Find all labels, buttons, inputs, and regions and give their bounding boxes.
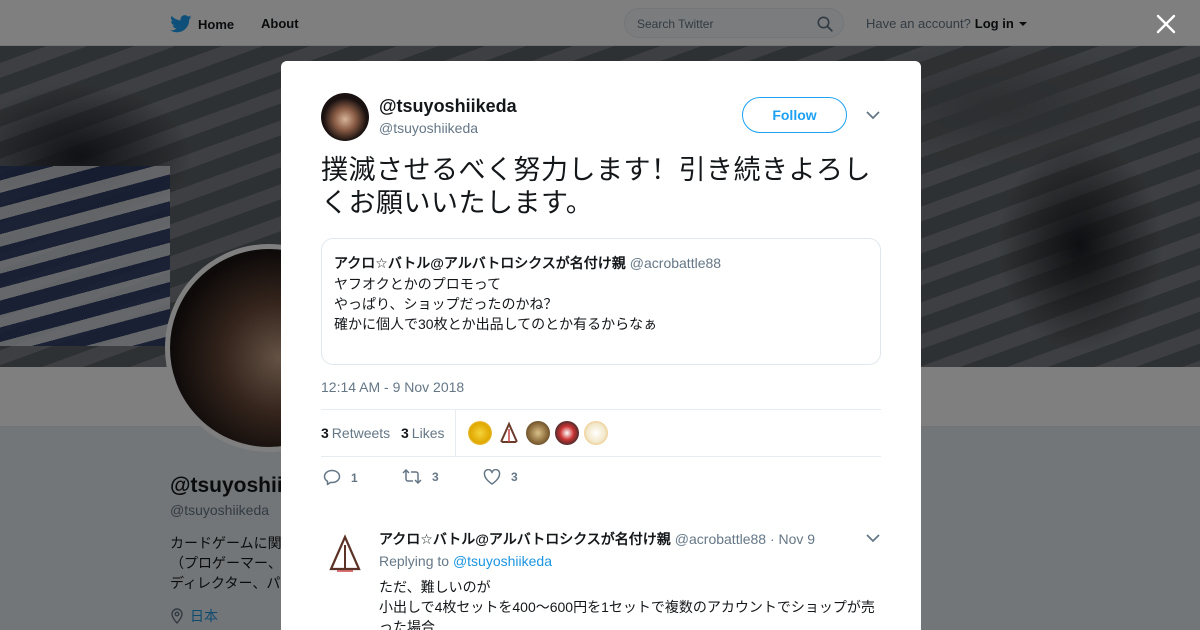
quoted-text-line: 確かに個人で30枚とか出品してのとか有るからなぁ (334, 316, 658, 332)
liker-avatar[interactable] (468, 421, 492, 445)
quoted-author-name: アクロ☆バトル@アルバトロシクスが名付け親 (334, 255, 626, 271)
replying-to-prefix: Replying to (379, 553, 450, 569)
reply-header: アクロ☆バトル@アルバトロシクスが名付け親 @acrobattle88 · Nov… (379, 529, 815, 549)
author-avatar[interactable] (321, 93, 369, 141)
retweet-count: 3 (432, 469, 439, 484)
liker-avatar[interactable] (584, 421, 608, 445)
retweet-icon (402, 469, 422, 484)
reply-text-line: った場合 (379, 619, 435, 630)
tweet-modal: @tsuyoshiikeda @tsuyoshiikeda Follow 撲滅さ… (281, 61, 921, 630)
likes-label: Likes (411, 425, 445, 441)
reply-text-line: 小出しで4枚セットを400～600円を1セットで複数のアカウントでショップが売 (379, 599, 875, 615)
retweets-stat[interactable]: 3 Retweets (321, 425, 390, 441)
reply-icon (323, 469, 341, 486)
quoted-author-handle: @acrobattle88 (629, 255, 722, 271)
like-count: 3 (511, 470, 518, 484)
author-name[interactable]: @tsuyoshiikeda (379, 96, 517, 117)
quoted-tweet-header: アクロ☆バトル@アルバトロシクスが名付け親 @acrobattle88 (334, 253, 721, 273)
reply-author-name[interactable]: アクロ☆バトル@アルバトロシクスが名付け親 (379, 531, 671, 547)
quoted-tweet[interactable]: アクロ☆バトル@アルバトロシクスが名付け親 @acrobattle88 ヤフオクと… (321, 238, 881, 365)
author-handle[interactable]: @tsuyoshiikeda (379, 120, 478, 136)
replying-to-mention[interactable]: @tsuyoshiikeda (453, 553, 552, 569)
reply-action[interactable]: 1 (323, 469, 358, 486)
retweets-count: 3 (321, 425, 329, 441)
liker-avatar[interactable] (526, 421, 550, 445)
replying-to: Replying to @tsuyoshiikeda (379, 553, 552, 569)
likes-stat[interactable]: 3 Likes (401, 425, 444, 441)
heart-icon (483, 469, 501, 485)
retweets-label: Retweets (331, 425, 391, 441)
liker-avatar[interactable] (555, 421, 579, 445)
tweet-stats: 3 Retweets 3 Likes (321, 409, 881, 457)
likes-count: 3 (401, 425, 409, 441)
reply-author-meta[interactable]: @acrobattle88 · Nov 9 (675, 531, 815, 547)
like-action[interactable]: 3 (483, 469, 518, 485)
tweet-timestamp[interactable]: 12:14 AM - 9 Nov 2018 (321, 379, 464, 395)
chevron-down-icon[interactable] (865, 532, 881, 544)
stats-divider (455, 410, 456, 457)
chevron-down-icon[interactable] (865, 109, 881, 121)
liker-avatar[interactable] (497, 421, 521, 445)
reply-author-avatar[interactable] (325, 533, 365, 573)
tweet-text: 撲滅させるべく努力します！引き続きよろしくお願いいたします。 (321, 155, 871, 219)
close-icon[interactable] (1155, 13, 1177, 35)
follow-button[interactable]: Follow (742, 97, 847, 133)
quoted-text-line: ヤフオクとかのプロモって (334, 276, 502, 292)
quoted-text-line: やっぱり、ショップだったのかね？ (334, 296, 558, 312)
reply-text-line: ただ、難しいのが (379, 579, 491, 595)
retweet-action[interactable]: 3 (402, 469, 439, 484)
reply-count: 1 (351, 470, 358, 485)
